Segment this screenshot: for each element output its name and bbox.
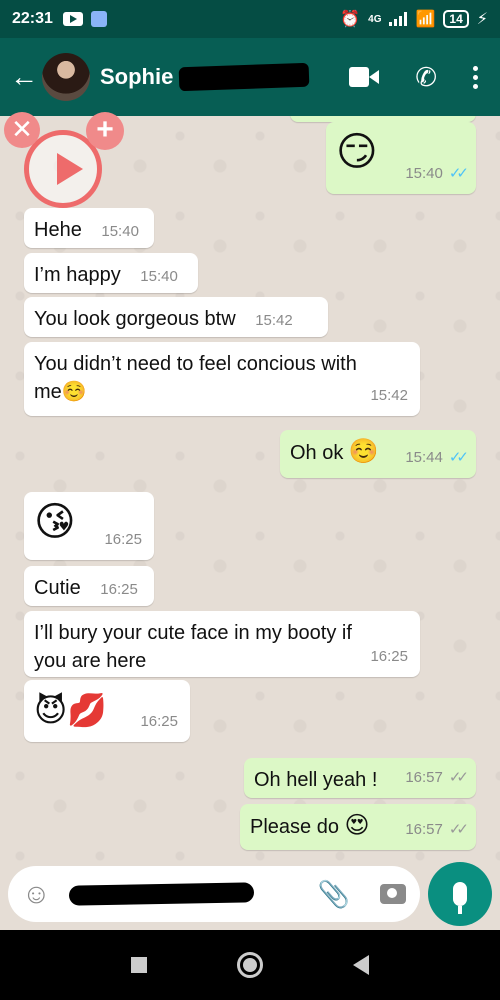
wifi-icon: 📶 [415,11,436,28]
message-text: You look gorgeous btw [34,308,236,330]
charging-icon: ⚡ [476,11,488,28]
recents-icon[interactable] [131,957,147,973]
message-meta: 15:44 ✓✓ [405,444,469,472]
message-text: Please do [250,816,339,838]
network-label: 4G [368,13,382,25]
chat-area[interactable]: 😏 15:40 ✓✓ Hehe 15:40 I’m happy 15:40 Yo… [0,116,500,930]
message-bubble-outgoing[interactable]: Please do 😍 16:57 ✓✓ [240,804,476,850]
read-ticks-icon: ✓✓ [448,449,469,466]
status-time: 22:31 [12,10,53,27]
home-icon[interactable] [237,952,263,978]
message-text-line1: You didn’t need to feel concious with [34,353,357,375]
status-right: ⏰ 4G 📶 14 ⚡ [340,9,488,29]
message-text-line2: you are here [34,650,147,672]
battery-icon: 14 [443,10,469,28]
mic-icon [453,882,467,914]
message-meta: 16:25 [104,526,142,554]
message-meta: 16:25 [370,643,408,671]
header-actions: ✆ [349,62,490,93]
message-meta: 16:25 [140,708,178,736]
signal-icon [389,12,408,26]
attach-icon[interactable]: 📎 [318,879,350,910]
message-time: 16:57 [405,769,443,786]
system-nav-bar [0,930,500,1000]
message-meta: 15:40 ✓✓ [405,160,469,188]
delivered-ticks-icon: ✓✓ [448,769,469,786]
message-bubble-incoming[interactable]: 😈💋 16:25 [24,680,190,742]
message-time: 16:25 [104,531,142,548]
redaction-scribble [68,882,254,906]
message-time: 15:42 [370,387,408,404]
message-time: 15:40 [405,165,443,182]
message-meta: 16:57 ✓✓ [405,764,469,792]
message-time: 15:40 [101,223,139,240]
message-time: 16:25 [140,713,178,730]
message-bubble-incoming[interactable]: I’ll bury your cute face in my booty if … [24,611,420,677]
back-arrow-icon[interactable]: ← [10,61,40,93]
video-call-icon[interactable] [349,67,380,87]
voice-call-icon[interactable]: ✆ [415,62,437,93]
message-bubble-outgoing[interactable]: 😏 15:40 ✓✓ [326,122,476,194]
chat-header: ← Sophie ✆ [0,38,500,116]
message-text: Hehe [34,219,82,241]
add-icon[interactable]: + [86,112,124,150]
message-emoji: ☺️ [348,438,379,465]
message-bubble-incoming[interactable]: 😘 16:25 [24,492,154,560]
message-time: 15:42 [255,312,293,329]
status-bar: 22:31 ⏰ 4G 📶 14 ⚡ [0,0,500,38]
message-time: 16:57 [405,821,443,838]
contact-name[interactable]: Sophie [100,64,173,90]
message-meta: 16:57 ✓✓ [405,816,469,844]
message-emoji: 😍 [344,812,370,839]
close-icon[interactable]: ✕ [4,112,40,148]
message-text-line1: I’ll bury your cute face in my booty if [34,622,352,644]
message-text: Cutie [34,577,81,599]
contact-avatar[interactable] [42,53,90,101]
message-emoji: 😘 [34,500,76,544]
read-ticks-icon: ✓✓ [448,165,469,182]
message-bubble-outgoing[interactable]: Oh ok ☺️ 15:44 ✓✓ [280,430,476,478]
back-icon[interactable] [353,955,369,975]
message-meta: 15:42 [370,382,408,410]
message-text: Oh hell yeah ! [254,769,378,791]
message-emoji: 😏 [336,130,378,174]
message-time: 15:44 [405,449,443,466]
message-bubble-outgoing[interactable]: Oh hell yeah ! 16:57 ✓✓ [244,758,476,798]
youtube-notification-icon [62,12,83,26]
message-bubble-incoming[interactable]: Cutie 16:25 [24,566,154,606]
message-bubble-incoming[interactable]: Hehe 15:40 [24,208,154,248]
mic-button[interactable] [428,862,492,926]
message-time: 16:25 [370,648,408,665]
app-notification-icon [90,11,107,27]
message-time: 15:40 [140,268,178,285]
message-input-bar[interactable]: ☺ 📎 [8,866,420,922]
message-text: Oh ok [290,442,344,464]
alarm-icon: ⏰ [340,11,361,28]
message-time: 16:25 [100,581,138,598]
message-text: I’m happy [34,264,121,286]
delivered-ticks-icon: ✓✓ [448,821,469,838]
message-emoji: 😈💋 [34,692,108,728]
message-bubble-incoming[interactable]: You didn’t need to feel concious with me… [24,342,420,416]
emoji-icon[interactable]: ☺ [22,878,51,910]
redaction-scribble [178,62,310,92]
more-options-icon[interactable] [473,65,478,89]
camera-icon[interactable] [380,884,406,904]
message-bubble-incoming[interactable]: I’m happy 15:40 [24,253,198,293]
message-bubble-incoming[interactable]: You look gorgeous btw 15:42 [24,297,328,337]
message-text-line2: me☺️ [34,381,87,403]
